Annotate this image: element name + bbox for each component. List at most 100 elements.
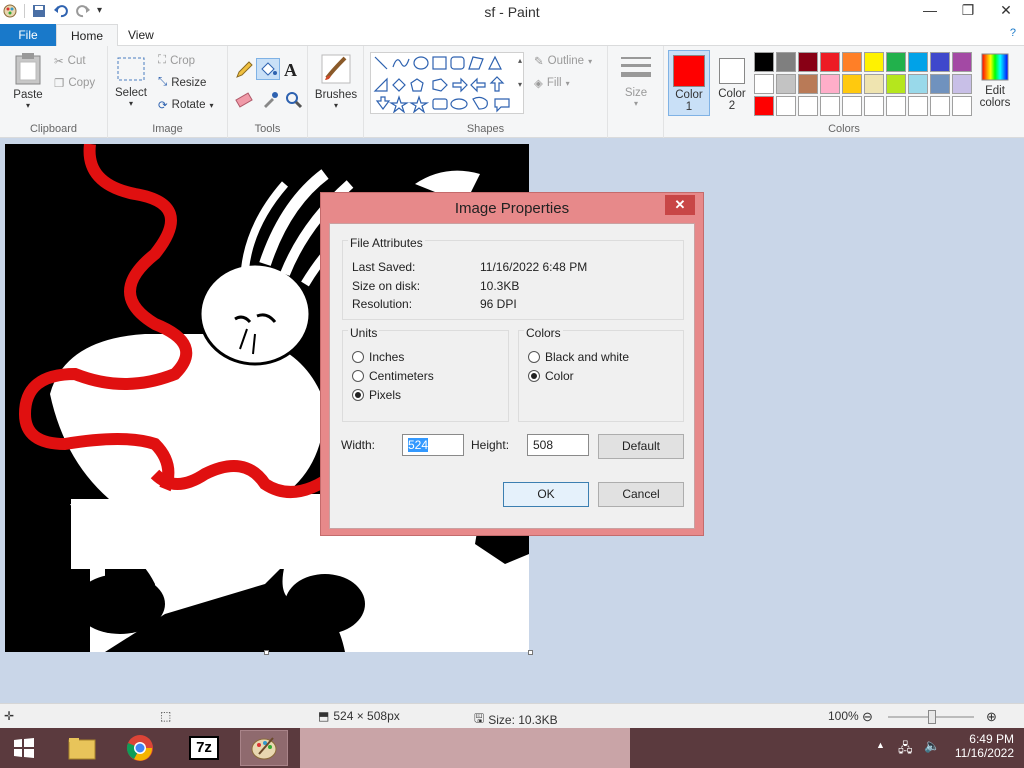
start-button[interactable] xyxy=(0,730,48,766)
palette-swatch[interactable] xyxy=(776,96,796,116)
brushes-label: Brushes xyxy=(314,89,358,101)
clock[interactable]: 6:49 PM 11/16/2022 xyxy=(955,732,1014,760)
palette-swatch[interactable] xyxy=(886,96,906,116)
palette-swatch[interactable] xyxy=(842,74,862,94)
palette-swatch[interactable] xyxy=(908,96,928,116)
palette-swatch[interactable] xyxy=(842,96,862,116)
select-label: Select xyxy=(115,87,147,99)
color2-label: Color xyxy=(718,88,746,100)
palette-swatch[interactable] xyxy=(820,74,840,94)
size-button[interactable]: Size ▾ xyxy=(616,54,656,108)
fill-bucket-icon[interactable] xyxy=(256,58,280,80)
eraser-icon[interactable] xyxy=(234,90,254,110)
edit-colors-button[interactable]: Edit colors xyxy=(974,52,1016,109)
color2-swatch xyxy=(719,58,745,84)
cancel-button[interactable]: Cancel xyxy=(598,482,684,507)
zoom-slider-thumb[interactable] xyxy=(928,710,936,724)
palette-swatch[interactable] xyxy=(798,52,818,72)
minimize-icon[interactable]: — xyxy=(920,2,940,19)
resize-handle-corner[interactable] xyxy=(528,650,533,655)
palette-swatch[interactable] xyxy=(908,74,928,94)
radio-color[interactable]: Color xyxy=(528,369,574,383)
restore-icon[interactable]: ❐ xyxy=(958,2,978,19)
zoom-in-icon[interactable]: ⊕ xyxy=(986,709,997,725)
palette-swatch[interactable] xyxy=(798,96,818,116)
tab-file[interactable]: File xyxy=(0,24,56,46)
palette-swatch[interactable] xyxy=(820,52,840,72)
copy-button[interactable]: ❐ Copy xyxy=(54,76,95,90)
radio-black-and-white[interactable]: Black and white xyxy=(528,350,629,364)
shapes-scroll-down-icon[interactable]: ▾ xyxy=(518,80,522,89)
palette-swatch[interactable] xyxy=(754,52,774,72)
7zip-button[interactable]: 7z xyxy=(180,730,228,766)
radio-pixels-dot xyxy=(352,389,364,401)
shapes-group-label: Shapes xyxy=(466,123,505,135)
size-label: Size xyxy=(624,87,648,99)
color-picker-icon[interactable] xyxy=(260,90,280,110)
radio-inches[interactable]: Inches xyxy=(352,350,404,364)
palette-swatch[interactable] xyxy=(864,52,884,72)
palette-swatch[interactable] xyxy=(930,74,950,94)
palette-swatch[interactable] xyxy=(842,52,862,72)
tab-view[interactable]: View xyxy=(114,24,168,46)
palette-swatch[interactable] xyxy=(930,96,950,116)
crop-button[interactable]: ⛶ Crop xyxy=(158,54,195,67)
palette-swatch[interactable] xyxy=(886,52,906,72)
fill-button[interactable]: ◈ Fill ▾ xyxy=(534,76,570,90)
palette-swatch[interactable] xyxy=(776,74,796,94)
rotate-button[interactable]: ⟳ Rotate ▾ xyxy=(158,98,214,112)
radio-bw-dot xyxy=(528,351,540,363)
radio-centimeters[interactable]: Centimeters xyxy=(352,369,434,383)
crop-icon: ⛶ xyxy=(158,54,167,66)
radio-pixels[interactable]: Pixels xyxy=(352,388,401,402)
close-icon[interactable]: ✕ xyxy=(996,2,1016,19)
shapes-gallery[interactable] xyxy=(370,52,524,114)
palette-swatch[interactable] xyxy=(930,52,950,72)
chrome-button[interactable] xyxy=(116,730,164,766)
size-on-disk-value: 10.3KB xyxy=(480,279,520,293)
magnifier-icon[interactable] xyxy=(284,90,304,110)
network-icon[interactable]: 🖧 xyxy=(898,739,913,761)
color1-button[interactable]: Color 1 xyxy=(668,50,710,116)
help-icon[interactable]: ? xyxy=(1010,27,1016,39)
palette-swatch[interactable] xyxy=(908,52,928,72)
palette-swatch[interactable] xyxy=(952,74,972,94)
paste-button[interactable]: Paste ▾ xyxy=(8,52,48,110)
resize-label: Resize xyxy=(171,76,207,89)
shapes-scroll-up-icon[interactable]: ▴ xyxy=(518,56,522,65)
text-tool-icon[interactable]: A xyxy=(284,60,297,81)
resize-button[interactable]: ⤡ Resize xyxy=(158,76,206,89)
palette-swatch[interactable] xyxy=(776,52,796,72)
show-hidden-icons[interactable]: ▲ xyxy=(876,740,885,750)
select-icon xyxy=(117,57,145,81)
resize-handle-bottom[interactable] xyxy=(264,650,269,655)
file-explorer-button[interactable] xyxy=(58,730,106,766)
dialog-close-button[interactable]: ✕ xyxy=(665,195,695,215)
last-saved-value: 11/16/2022 6:48 PM xyxy=(480,260,588,274)
height-label: Height: xyxy=(471,438,510,452)
width-input[interactable]: 524 xyxy=(402,434,464,456)
palette-swatch[interactable] xyxy=(952,96,972,116)
height-input[interactable]: 508 xyxy=(527,434,589,456)
color2-button[interactable]: Color 2 xyxy=(712,50,752,116)
outline-button[interactable]: ✎ Outline ▾ xyxy=(534,54,592,68)
radio-inches-label: Inches xyxy=(369,350,405,364)
palette-swatch[interactable] xyxy=(864,96,884,116)
palette-swatch[interactable] xyxy=(754,96,774,116)
ok-button[interactable]: OK xyxy=(503,482,589,507)
palette-swatch[interactable] xyxy=(798,74,818,94)
zoom-out-icon[interactable]: ⊖ xyxy=(862,709,873,725)
palette-swatch[interactable] xyxy=(952,52,972,72)
palette-swatch[interactable] xyxy=(754,74,774,94)
default-button[interactable]: Default xyxy=(598,434,684,459)
pencil-icon[interactable] xyxy=(234,60,254,80)
palette-swatch[interactable] xyxy=(864,74,884,94)
brushes-button[interactable]: Brushes ▾ xyxy=(314,52,358,110)
cut-button[interactable]: ✂ Cut xyxy=(54,54,86,68)
tab-home[interactable]: Home xyxy=(56,24,119,47)
palette-swatch[interactable] xyxy=(820,96,840,116)
select-button[interactable]: Select ▾ xyxy=(114,54,148,108)
paint-taskbar-button[interactable] xyxy=(240,730,288,766)
volume-icon[interactable]: 🔈 xyxy=(924,738,940,754)
palette-swatch[interactable] xyxy=(886,74,906,94)
